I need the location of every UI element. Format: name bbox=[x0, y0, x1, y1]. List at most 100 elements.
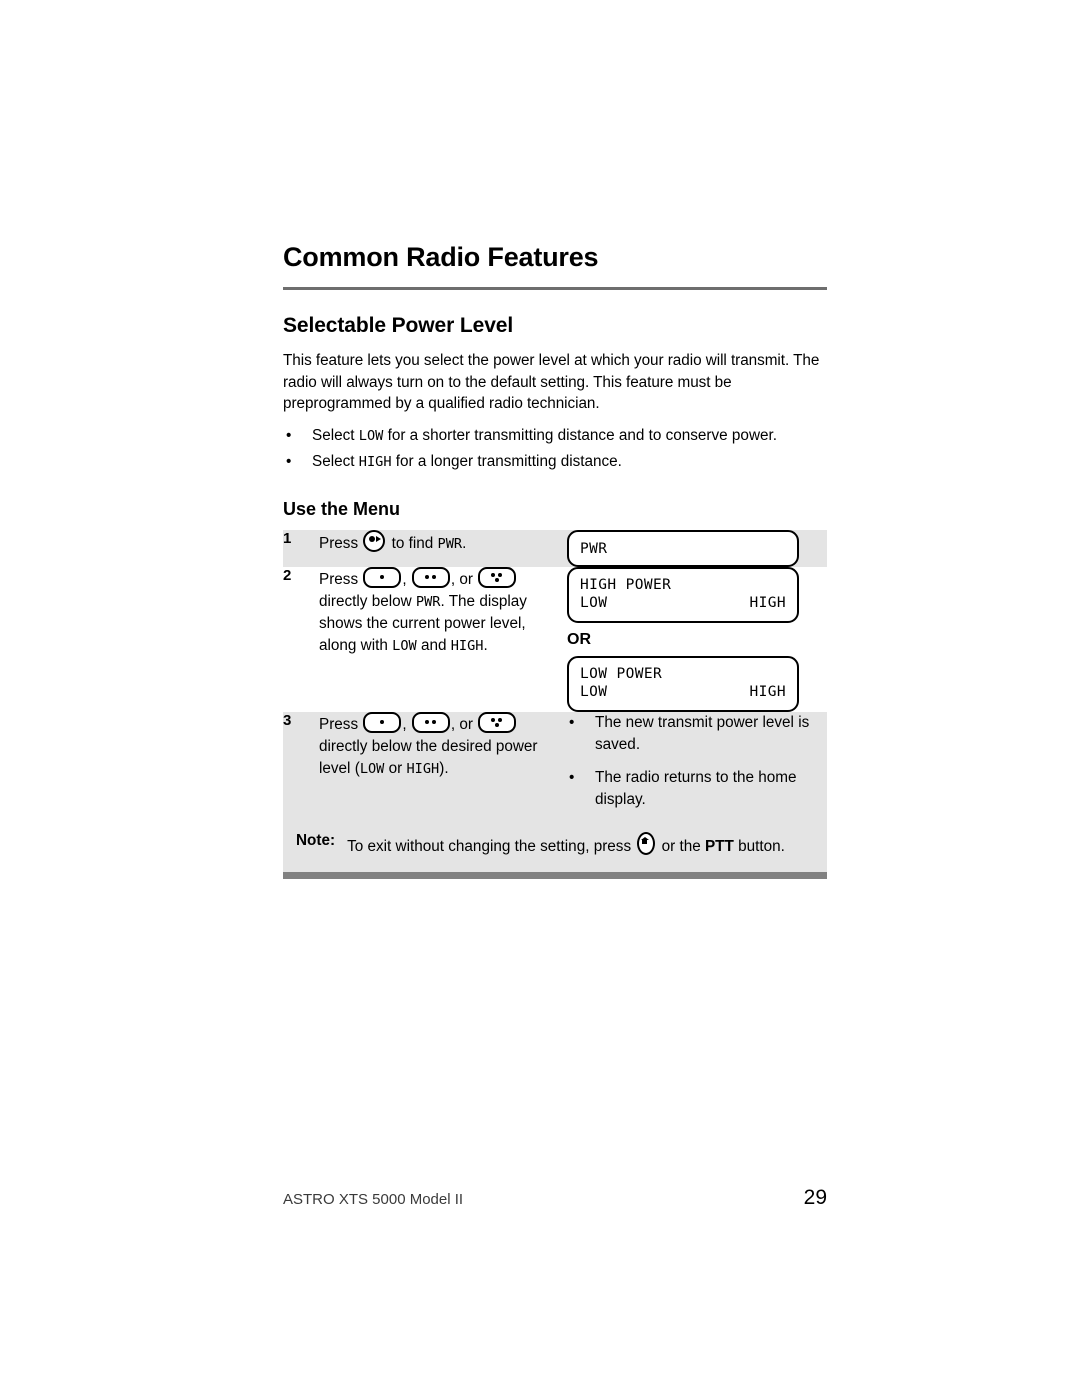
note-text-mid: or the bbox=[657, 837, 705, 855]
dot bbox=[491, 717, 496, 722]
result-text: The new transmit power level is saved. bbox=[595, 713, 810, 753]
display-softkey-row: LOW HIGH bbox=[580, 594, 786, 613]
display-line: PWR bbox=[580, 540, 608, 557]
step-instruction: Press , , or directly below PWR. The dis… bbox=[319, 566, 567, 712]
one-dot-button-icon[interactable] bbox=[363, 711, 402, 733]
radio-display-low-power: LOW POWER LOW HIGH bbox=[567, 655, 799, 712]
table-row: 1 Press to find PWR. PWR bbox=[283, 529, 827, 567]
comma-separator: , bbox=[402, 715, 411, 733]
table-row: 3 Press , , or directly below the desire… bbox=[283, 711, 827, 822]
one-dot-button-icon[interactable] bbox=[363, 566, 402, 588]
list-item: • The new transmit power level is saved. bbox=[567, 712, 827, 756]
step-instruction: Press , , or directly below the desired … bbox=[319, 711, 567, 822]
list-item: • Select LOW for a shorter transmitting d… bbox=[283, 425, 827, 447]
dot bbox=[431, 575, 436, 580]
bullet-dot-icon: • bbox=[286, 427, 292, 445]
bullet-text-post: for a longer transmitting distance. bbox=[391, 452, 622, 470]
dot bbox=[380, 720, 385, 725]
step-text-mid: , or bbox=[450, 570, 478, 588]
note-label: Note: bbox=[296, 831, 336, 849]
step-text-pre: Press bbox=[319, 715, 363, 733]
section-title: Selectable Power Level bbox=[283, 313, 514, 337]
page-footer: ASTRO XTS 5000 Model II 29 bbox=[283, 1186, 827, 1210]
bullet-dot-icon: • bbox=[569, 768, 575, 786]
dot bbox=[424, 720, 429, 725]
or-separator-label: OR bbox=[567, 630, 591, 648]
section-intro-paragraph: This feature lets you select the power l… bbox=[283, 351, 820, 413]
bullet-code: HIGH bbox=[358, 453, 392, 470]
display-softkey-row: LOW HIGH bbox=[580, 683, 786, 702]
footer-product-name: ASTRO XTS 5000 Model II bbox=[283, 1191, 464, 1208]
table-row: 2 Press , , or directly below PWR. The d… bbox=[283, 566, 827, 712]
step-code-3: HIGH bbox=[450, 637, 484, 654]
dot bbox=[498, 572, 503, 577]
procedure-steps-table: 1 Press to find PWR. PWR 2 Press , , or … bbox=[283, 529, 827, 873]
dot bbox=[494, 723, 499, 728]
three-dot-button-icon[interactable] bbox=[478, 566, 517, 588]
step-text-after-icons: directly below bbox=[319, 592, 416, 610]
step-text-tail-2: ). bbox=[439, 759, 449, 777]
section-bullet-list: • Select LOW for a shorter transmitting d… bbox=[283, 415, 827, 472]
list-item: • The radio returns to the home display. bbox=[567, 767, 827, 811]
dot bbox=[491, 572, 496, 577]
softkey-right-label: HIGH bbox=[749, 684, 786, 701]
bullet-dot-icon: • bbox=[286, 452, 292, 470]
note-body: To exit without changing the setting, pr… bbox=[347, 831, 802, 858]
step-code: PWR bbox=[437, 535, 463, 552]
step-text-tail-3: . bbox=[483, 636, 488, 654]
bullet-dot-icon: • bbox=[569, 713, 575, 731]
softkey-right-label: HIGH bbox=[749, 595, 786, 612]
bullet-code: LOW bbox=[358, 428, 384, 445]
home-base bbox=[641, 838, 647, 844]
step-number: 3 bbox=[283, 711, 292, 729]
step-instruction: Press to find PWR. bbox=[319, 529, 567, 567]
note-text-post: button. bbox=[733, 837, 785, 855]
display-line: LOW POWER bbox=[580, 665, 663, 682]
step-results-cell: • The new transmit power level is saved. … bbox=[567, 712, 827, 822]
step-results-list: • The new transmit power level is saved. … bbox=[567, 712, 827, 811]
home-button-icon[interactable] bbox=[637, 831, 656, 855]
chapter-title: Common Radio Features bbox=[283, 242, 599, 272]
step-text-post: . bbox=[462, 534, 467, 552]
step-code-2: HIGH bbox=[406, 760, 440, 777]
step-text-pre: Press bbox=[319, 570, 363, 588]
step-number: 1 bbox=[283, 529, 292, 547]
dot bbox=[494, 578, 499, 583]
note-bold-ptt: PTT bbox=[704, 837, 734, 855]
footer-page-number: 29 bbox=[803, 1186, 827, 1209]
step-text-tail-1: or bbox=[384, 759, 407, 777]
step-code-1: LOW bbox=[359, 760, 385, 777]
procedure-title: Use the Menu bbox=[283, 498, 401, 519]
dot bbox=[431, 720, 436, 725]
table-bottom-bar bbox=[283, 872, 827, 880]
comma-separator: , bbox=[402, 570, 411, 588]
list-item: • Select HIGH for a longer transmitting d… bbox=[283, 451, 827, 473]
menu-select-core bbox=[369, 535, 376, 542]
three-dot-button-icon[interactable] bbox=[478, 711, 517, 733]
softkey-left-label: LOW bbox=[580, 684, 608, 701]
step-display-cell: HIGH POWER LOW HIGH OR LOW POWER LOW HIG… bbox=[567, 566, 827, 712]
result-text: The radio returns to the home display. bbox=[595, 768, 797, 808]
table-row-note: Note: To exit without changing the settin… bbox=[283, 821, 827, 873]
two-dot-button-icon[interactable] bbox=[411, 711, 450, 733]
step-text-mid: , or bbox=[450, 715, 478, 733]
note-text-pre: To exit without changing the setting, pr… bbox=[347, 837, 636, 855]
bullet-text-post: for a shorter transmitting distance and … bbox=[383, 427, 777, 445]
note-cell: Note: To exit without changing the settin… bbox=[283, 822, 827, 872]
step-number: 2 bbox=[283, 566, 292, 584]
step-display-cell: PWR bbox=[567, 529, 827, 567]
step-text-mid: to find bbox=[387, 534, 438, 552]
display-line: HIGH POWER bbox=[580, 576, 672, 593]
step-code-2: LOW bbox=[392, 637, 417, 654]
step-text-pre: Press bbox=[319, 534, 363, 552]
menu-select-icon[interactable] bbox=[363, 529, 386, 552]
radio-display-high-power: HIGH POWER LOW HIGH bbox=[567, 566, 799, 623]
softkey-left-label: LOW bbox=[580, 595, 608, 612]
bullet-text-pre: Select bbox=[312, 452, 359, 470]
dot bbox=[498, 717, 503, 722]
bullet-text-pre: Select bbox=[312, 427, 359, 445]
two-dot-button-icon[interactable] bbox=[411, 566, 450, 588]
radio-display-pwr: PWR bbox=[567, 529, 799, 567]
step-code-1: PWR bbox=[415, 593, 441, 610]
menu-select-arrow bbox=[376, 536, 382, 543]
